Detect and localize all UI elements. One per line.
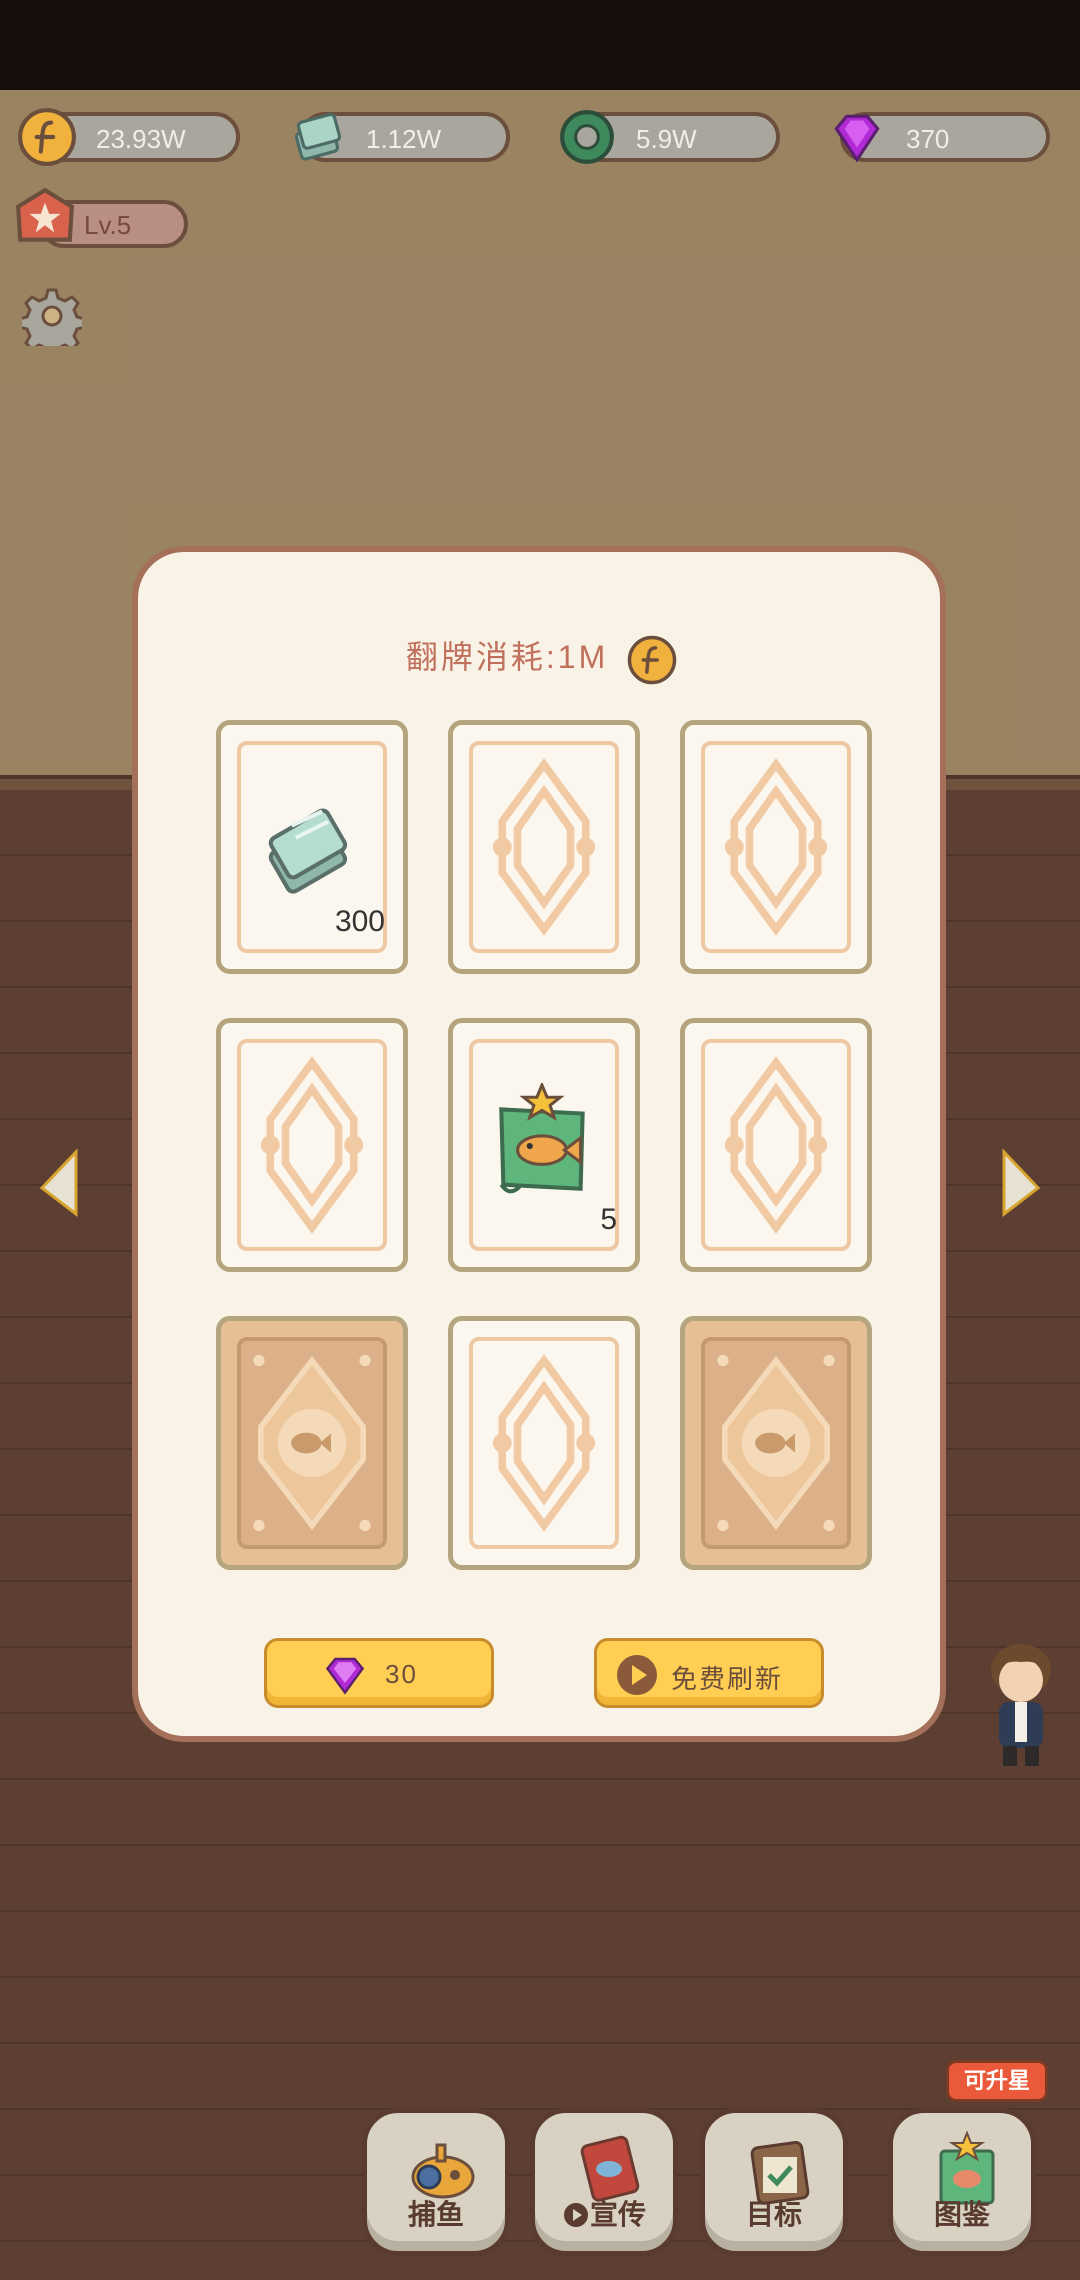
nav-promote[interactable]: 宣传 — [530, 2108, 678, 2256]
gem-refresh-button[interactable]: 30 — [264, 1638, 494, 1708]
next-arrow-icon[interactable] — [1000, 1148, 1044, 1218]
flip-card-5[interactable]: 5 — [448, 1018, 640, 1272]
coin-value: 23.93W — [96, 124, 186, 154]
coin-counter[interactable]: 23.93W — [18, 108, 240, 166]
level-star-icon — [15, 187, 75, 242]
nav-fishing-label: 捕鱼 — [407, 2199, 464, 2230]
upgrade-available-badge: 可升星 — [946, 2060, 1048, 2102]
shopkeeper-character[interactable] — [985, 1640, 1057, 1770]
flip-card-1[interactable]: 300 — [216, 720, 408, 974]
card-back-pattern — [492, 1354, 596, 1532]
card-back-pattern — [724, 758, 828, 936]
flip-cost-text: 翻牌消耗:1M — [405, 639, 609, 675]
gem-counter[interactable]: 370 — [834, 112, 1050, 163]
gem-icon — [325, 1657, 365, 1695]
special-card-back-pattern — [253, 1354, 371, 1532]
flip-card-8[interactable] — [448, 1316, 640, 1570]
free-refresh-label: 免费刷新 — [671, 1664, 784, 1694]
flip-card-9[interactable] — [680, 1316, 872, 1570]
card-back-pattern — [492, 758, 596, 936]
bait-value: 5.9W — [636, 124, 697, 154]
flip-card-7[interactable] — [216, 1316, 408, 1570]
card-flip-dialog: 翻牌消耗:1M 300 5 30 免费刷新 — [132, 546, 946, 1742]
card-amount: 5 — [600, 1203, 617, 1236]
fish-card-icon — [499, 1083, 585, 1194]
flip-card-3[interactable] — [680, 720, 872, 974]
gem-refresh-cost: 30 — [385, 1659, 418, 1689]
nav-collection-label: 图鉴 — [933, 2199, 990, 2230]
nav-promote-text: 宣传 — [589, 2199, 646, 2230]
card-back-pattern — [260, 1056, 364, 1234]
ticket-stack-icon — [268, 808, 348, 894]
level-badge[interactable]: Lv.5 — [15, 187, 188, 248]
nav-promote-label: 宣传 — [535, 2193, 673, 2233]
nav-fishing[interactable]: 捕鱼 — [362, 2108, 510, 2256]
nav-goals[interactable]: 目标 — [700, 2108, 848, 2256]
gem-value: 370 — [906, 124, 950, 154]
ticket-stack-icon — [294, 112, 342, 161]
flip-card-6[interactable] — [680, 1018, 872, 1272]
free-refresh-button[interactable]: 免费刷新 — [594, 1638, 824, 1708]
special-card-back-pattern — [717, 1354, 835, 1532]
coin-icon — [18, 108, 76, 166]
flip-card-2[interactable] — [448, 720, 640, 974]
flip-cost-label: 翻牌消耗:1M — [138, 632, 946, 686]
play-icon — [563, 2203, 588, 2227]
nav-goals-label: 目标 — [745, 2199, 802, 2230]
bait-counter[interactable]: 5.9W — [560, 110, 780, 164]
flip-card-4[interactable] — [216, 1018, 408, 1272]
coin-icon — [627, 635, 677, 684]
card-back-pattern — [724, 1056, 828, 1234]
gem-icon — [834, 114, 880, 163]
play-video-icon — [617, 1655, 657, 1695]
level-value: Lv.5 — [84, 210, 132, 240]
ticket-counter[interactable]: 1.12W — [294, 112, 510, 162]
nav-collection[interactable]: 图鉴 — [888, 2108, 1036, 2256]
prev-arrow-icon[interactable] — [36, 1148, 80, 1218]
bait-icon — [560, 110, 614, 164]
settings-gear-icon[interactable] — [22, 286, 82, 346]
ticket-value: 1.12W — [366, 124, 442, 154]
card-amount: 300 — [334, 905, 385, 938]
